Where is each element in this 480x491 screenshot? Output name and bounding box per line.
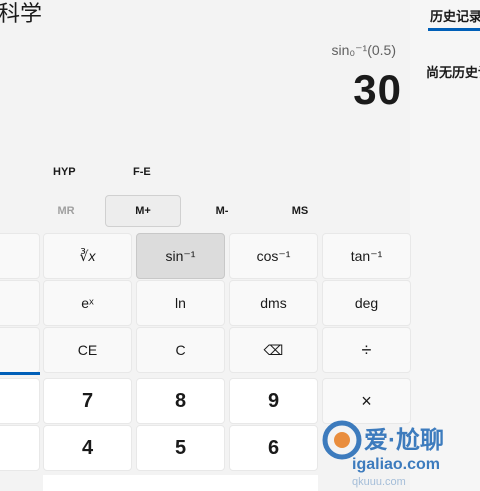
clear-entry-button[interactable]: CE <box>43 327 132 373</box>
history-empty-text: 尚无历史记录 <box>426 65 480 80</box>
tab-history[interactable]: 历史记录 <box>430 6 480 25</box>
edge-key[interactable] <box>0 425 40 471</box>
backspace-button[interactable]: ⌫ <box>229 327 318 373</box>
backspace-icon: ⌫ <box>263 341 284 358</box>
divide-button[interactable]: ÷ <box>322 327 411 373</box>
history-tab-underline <box>428 28 480 31</box>
dms-button[interactable]: dms <box>229 280 318 326</box>
deg-button[interactable]: deg <box>322 280 411 326</box>
memory-add-button[interactable]: M+ <box>105 195 181 227</box>
arccos-button[interactable]: cos⁻¹ <box>229 233 318 279</box>
clear-button[interactable]: C <box>136 327 225 373</box>
edge-key[interactable] <box>0 327 40 373</box>
watermark-text-1: 爱·尬聊 <box>364 427 444 454</box>
edge-key[interactable] <box>0 233 40 279</box>
digit-5-button[interactable]: 5 <box>136 425 225 471</box>
ln-button[interactable]: ln <box>136 280 225 326</box>
fe-button[interactable]: F-E <box>133 166 151 178</box>
result-display: 30 <box>353 66 402 113</box>
arctan-button[interactable]: tan⁻¹ <box>322 233 411 279</box>
page-title: 科学 <box>0 1 43 26</box>
edge-key-underline <box>0 372 40 375</box>
arcsin-button[interactable]: sin⁻¹ <box>136 233 225 279</box>
exp-button[interactable]: eˣ <box>43 280 132 326</box>
digit-9-button[interactable]: 9 <box>229 378 318 424</box>
hyp-button[interactable]: HYP <box>53 166 76 178</box>
digit-4-button[interactable]: 4 <box>43 425 132 471</box>
digit-6-button[interactable]: 6 <box>229 425 318 471</box>
edge-key[interactable] <box>0 378 40 424</box>
partial-key-row <box>43 475 318 491</box>
memory-recall-button[interactable]: MR <box>26 195 106 227</box>
memory-store-button[interactable]: MS <box>260 195 340 227</box>
memory-subtract-button[interactable]: M- <box>182 195 262 227</box>
watermark-text-2: igaliao.com <box>352 456 441 473</box>
cube-root-button[interactable]: ∛x <box>43 233 132 279</box>
digit-8-button[interactable]: 8 <box>136 378 225 424</box>
edge-key[interactable] <box>0 280 40 326</box>
digit-7-button[interactable]: 7 <box>43 378 132 424</box>
watermark-text-3: qkuuu.com <box>352 476 406 488</box>
expression-display: sin₀⁻¹(0.5) <box>331 42 396 58</box>
watermark: 爱·尬聊 igaliao.com qkuuu.com <box>318 408 478 491</box>
